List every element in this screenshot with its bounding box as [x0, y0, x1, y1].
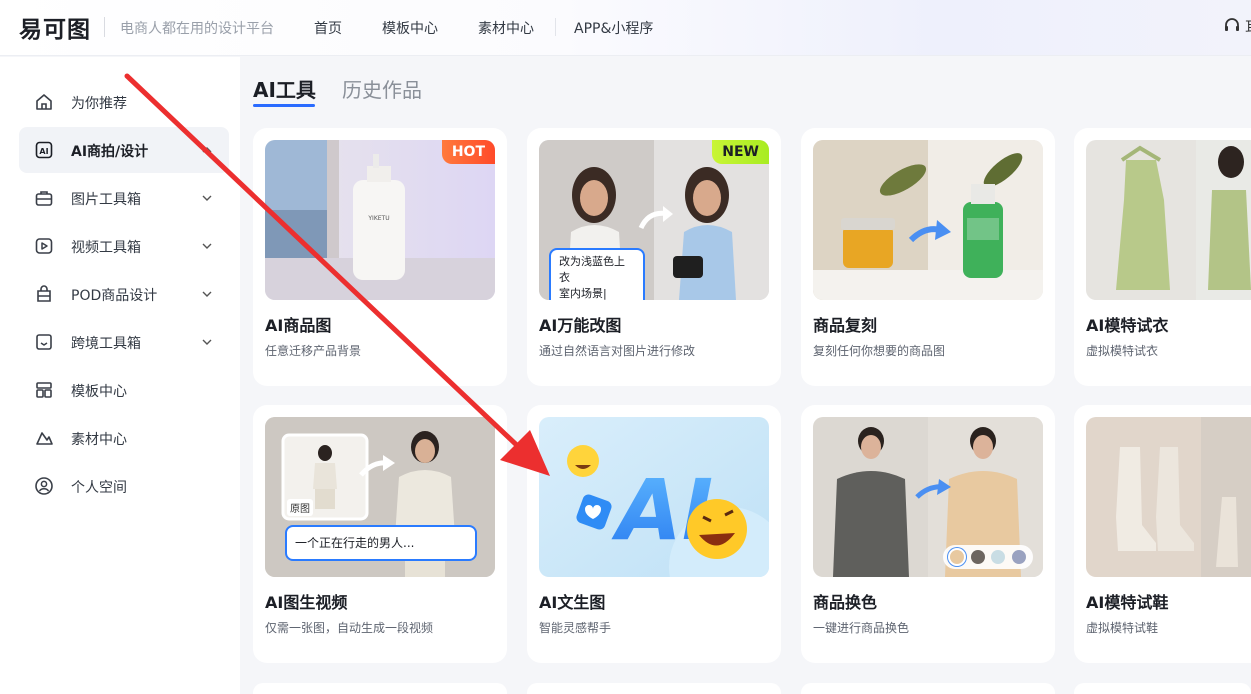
- template-grid-icon: [36, 382, 52, 398]
- swatch-light-blue: [991, 550, 1006, 564]
- card-ai-universal-edit[interactable]: 改为浅蓝色上衣 室内场景| NEW AI万能改图 通过自然语言对图片进行修改: [527, 128, 781, 386]
- card-title: AI商品图: [265, 316, 332, 335]
- prompt-line-1: 改为浅蓝色上衣: [559, 255, 625, 284]
- sidebar-item-label: 跨境工具箱: [71, 336, 141, 352]
- logo-text: 易可图: [19, 17, 91, 43]
- sidebar-item-personal-space[interactable]: 个人空间: [19, 463, 229, 509]
- card-thumbnail: YIKETU HOT: [265, 140, 495, 300]
- toolbox-icon: [35, 191, 53, 206]
- card-subtitle: 通过自然语言对图片进行修改: [539, 344, 696, 358]
- top-header: 易可图 电商人都在用的设计平台 首页 模板中心 素材中心 APP&小程序 耳: [0, 0, 1251, 56]
- tab-active-indicator: [253, 104, 315, 107]
- card-title: 商品复刻: [813, 316, 878, 335]
- card-thumbnail: [813, 417, 1043, 577]
- chevron-up-icon: [202, 147, 212, 153]
- card-title: AI图生视频: [265, 593, 348, 612]
- card-row3-peek[interactable]: [527, 683, 781, 694]
- sidebar-item-label: 视频工具箱: [71, 240, 141, 256]
- hot-badge: HOT: [441, 140, 495, 164]
- sidebar-item-image-toolbox[interactable]: 图片工具箱: [19, 175, 229, 221]
- card-row3-peek[interactable]: [1074, 683, 1251, 694]
- sidebar-item-material-center[interactable]: 素材中心: [19, 415, 229, 461]
- tab-history-works[interactable]: 历史作品: [342, 74, 422, 103]
- swatch-lavender: [1011, 550, 1026, 564]
- chevron-down-icon: [202, 291, 212, 297]
- chevron-down-icon: [202, 339, 212, 345]
- card-title: 商品换色: [813, 593, 878, 612]
- card-thumbnail: [1086, 417, 1251, 577]
- card-product-replicate[interactable]: 商品复刻 复刻任何你想要的商品图: [801, 128, 1055, 386]
- shapes-icon: [36, 432, 53, 445]
- sidebar-item-label: AI商拍/设计: [71, 144, 149, 160]
- ai-icon: AI: [35, 141, 53, 159]
- swatch-beige: [950, 550, 965, 564]
- swatch-dark-gray: [970, 550, 985, 564]
- sidebar-item-pod-design[interactable]: POD商品设计: [19, 271, 229, 317]
- sidebar-item-recommend[interactable]: 为你推荐: [19, 79, 229, 125]
- card-subtitle: 虚拟模特试鞋: [1086, 621, 1159, 635]
- prompt-bubble: 一个正在行走的男人...: [285, 525, 477, 561]
- nav-template-center[interactable]: 模板中心: [382, 18, 438, 38]
- sidebar-item-label: 个人空间: [71, 480, 127, 496]
- site-slogan: 电商人都在用的设计平台: [120, 21, 274, 37]
- nav-separator: [555, 18, 556, 36]
- cross-border-icon: [36, 334, 52, 350]
- card-subtitle: 任意迁移产品背景: [265, 344, 362, 358]
- card-subtitle: 仅需一张图，自动生成一段视频: [265, 621, 434, 635]
- sidebar-item-label: POD商品设计: [71, 288, 158, 304]
- card-ai-product-image[interactable]: YIKETU HOT AI商品图 任意迁移产品背景: [253, 128, 507, 386]
- nav-home[interactable]: 首页: [314, 18, 342, 38]
- card-ai-text-to-image[interactable]: AI AI文生图 智能灵感帮手: [527, 405, 781, 663]
- product-label: YIKETU: [367, 215, 389, 222]
- sidebar-item-video-toolbox[interactable]: 视频工具箱: [19, 223, 229, 269]
- headset-icon[interactable]: [1223, 17, 1241, 35]
- card-title: AI模特试鞋: [1086, 593, 1169, 612]
- card-title: AI文生图: [539, 593, 606, 612]
- sidebar-item-label: 素材中心: [71, 432, 127, 448]
- home-icon: [36, 94, 52, 110]
- prompt-bubble: 改为浅蓝色上衣 室内场景|: [549, 248, 645, 300]
- prompt-line-2: 室内场景|: [559, 287, 607, 300]
- nav-material-center[interactable]: 素材中心: [478, 18, 534, 38]
- nav-app-miniprogram[interactable]: APP&小程序: [574, 18, 653, 38]
- video-play-icon: [35, 238, 53, 254]
- card-row3-peek[interactable]: [253, 683, 507, 694]
- card-subtitle: 复刻任何你想要的商品图: [813, 344, 946, 358]
- card-ai-model-try-on[interactable]: AI模特试衣 虚拟模特试衣: [1074, 128, 1251, 386]
- chevron-down-icon: [202, 243, 212, 249]
- sidebar: 为你推荐 AI AI商拍/设计 图片工具箱 视频工具箱 POD商品设计 跨境工具…: [0, 57, 240, 694]
- header-right-label[interactable]: 耳: [1245, 17, 1251, 37]
- card-title: AI万能改图: [539, 316, 622, 335]
- card-ai-image-to-video[interactable]: 原图 一个正在行走的男人... AI图生视频 仅需一张图，自动生成一段视频: [253, 405, 507, 663]
- card-subtitle: 智能灵感帮手: [539, 621, 612, 635]
- sidebar-item-template-center[interactable]: 模板中心: [19, 367, 229, 413]
- card-thumbnail: 改为浅蓝色上衣 室内场景| NEW: [539, 140, 769, 300]
- sidebar-item-ai-shoot-design[interactable]: AI AI商拍/设计: [19, 127, 229, 173]
- tab-ai-tools[interactable]: AI工具: [253, 74, 316, 103]
- user-icon: [35, 477, 53, 495]
- card-title: AI模特试衣: [1086, 316, 1169, 335]
- color-swatches: [943, 545, 1033, 569]
- original-image-tag: 原图: [287, 499, 313, 516]
- sidebar-item-cross-border-toolbox[interactable]: 跨境工具箱: [19, 319, 229, 365]
- chevron-down-icon: [202, 195, 212, 201]
- card-subtitle: 一键进行商品换色: [813, 621, 910, 635]
- new-badge: NEW: [712, 140, 769, 164]
- site-logo[interactable]: 易可图: [19, 12, 91, 43]
- print-bag-icon: [37, 285, 51, 302]
- header-divider: [104, 17, 105, 37]
- card-thumbnail: AI: [539, 417, 769, 577]
- card-thumbnail: 原图 一个正在行走的男人...: [265, 417, 495, 577]
- card-thumbnail: [1086, 140, 1251, 300]
- sidebar-item-label: 模板中心: [71, 384, 127, 400]
- card-ai-model-shoe-try[interactable]: AI模特试鞋 虚拟模特试鞋: [1074, 405, 1251, 663]
- card-thumbnail: [813, 140, 1043, 300]
- svg-text:AI: AI: [39, 147, 48, 156]
- card-row3-peek[interactable]: [801, 683, 1055, 694]
- card-subtitle: 虚拟模特试衣: [1086, 344, 1159, 358]
- sidebar-item-label: 图片工具箱: [71, 192, 141, 208]
- card-product-recolor[interactable]: 商品换色 一键进行商品换色: [801, 405, 1055, 663]
- sidebar-item-label: 为你推荐: [71, 96, 127, 112]
